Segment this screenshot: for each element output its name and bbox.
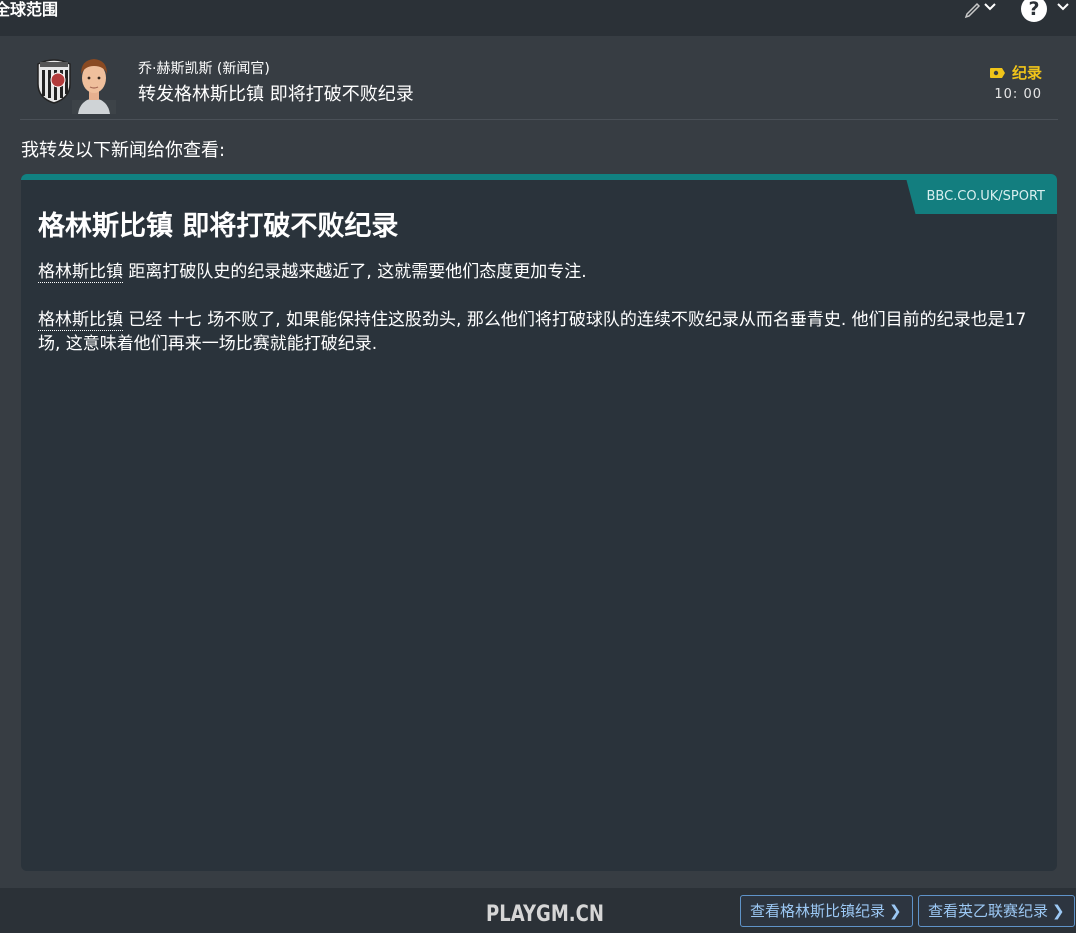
view-club-records-button[interactable]: 查看格林斯比镇纪录 ❯	[740, 895, 913, 927]
chevron-down-icon[interactable]	[1056, 0, 1070, 14]
team-link[interactable]: 格林斯比镇	[38, 310, 123, 331]
pencil-icon[interactable]	[963, 0, 983, 19]
message-panel: 乔·赫斯凯斯 (新闻官) 转发格林斯比镇 即将打破不败纪录 纪录 10: 00 …	[0, 36, 1076, 888]
news-article-card: BBC.CO.UK/SPORT 格林斯比镇 即将打破不败纪录 格林斯比镇 距离打…	[21, 174, 1057, 871]
scope-title: 全球范围	[0, 0, 59, 19]
tag-label: 纪录	[1011, 64, 1042, 82]
message-subject: 转发格林斯比镇 即将打破不败纪录	[138, 84, 414, 105]
chevron-down-icon[interactable]	[983, 0, 997, 14]
source-badge: BBC.CO.UK/SPORT	[906, 180, 1057, 214]
tag-icon	[989, 67, 1005, 78]
top-bar: 全球范围 ?	[0, 0, 1076, 36]
news-paragraph: 格林斯比镇 距离打破队史的纪录越来越近了, 这就需要他们态度更加专注.	[38, 260, 1028, 284]
avatar	[72, 59, 116, 114]
help-icon[interactable]: ?	[1021, 0, 1047, 22]
team-link[interactable]: 格林斯比镇	[38, 262, 123, 283]
club-crest-icon	[37, 59, 71, 104]
news-headline: 格林斯比镇 即将打破不败纪录	[38, 211, 399, 242]
message-tag[interactable]: 纪录	[989, 62, 1042, 83]
paragraph-text: 距离打破队史的纪录越来越近了, 这就需要他们态度更加专注.	[123, 262, 587, 282]
message-header: 乔·赫斯凯斯 (新闻官) 转发格林斯比镇 即将打破不败纪录 纪录 10: 00	[20, 36, 1058, 120]
news-paragraph: 格林斯比镇 已经 十七 场不败了, 如果能保持住这股劲头, 那么他们将打破球队的…	[38, 308, 1028, 356]
chevron-right-icon: ❯	[889, 902, 902, 920]
message-time: 10: 00	[994, 87, 1042, 102]
chevron-right-icon: ❯	[1052, 902, 1065, 920]
view-league-records-button[interactable]: 查看英乙联赛纪录 ❯	[918, 895, 1075, 927]
button-label: 查看英乙联赛纪录	[928, 902, 1049, 920]
button-label: 查看格林斯比镇纪录	[750, 902, 886, 920]
paragraph-text: 已经 十七 场不败了, 如果能保持住这股劲头, 那么他们将打破球队的连续不败纪录…	[38, 310, 1027, 354]
bottom-bar: PLAYGM.CN 查看格林斯比镇纪录 ❯ 查看英乙联赛纪录 ❯	[0, 888, 1076, 933]
intro-text: 我转发以下新闻给你查看:	[21, 140, 226, 161]
message-sender[interactable]: 乔·赫斯凯斯 (新闻官)	[138, 58, 270, 78]
watermark: PLAYGM.CN	[486, 902, 604, 927]
